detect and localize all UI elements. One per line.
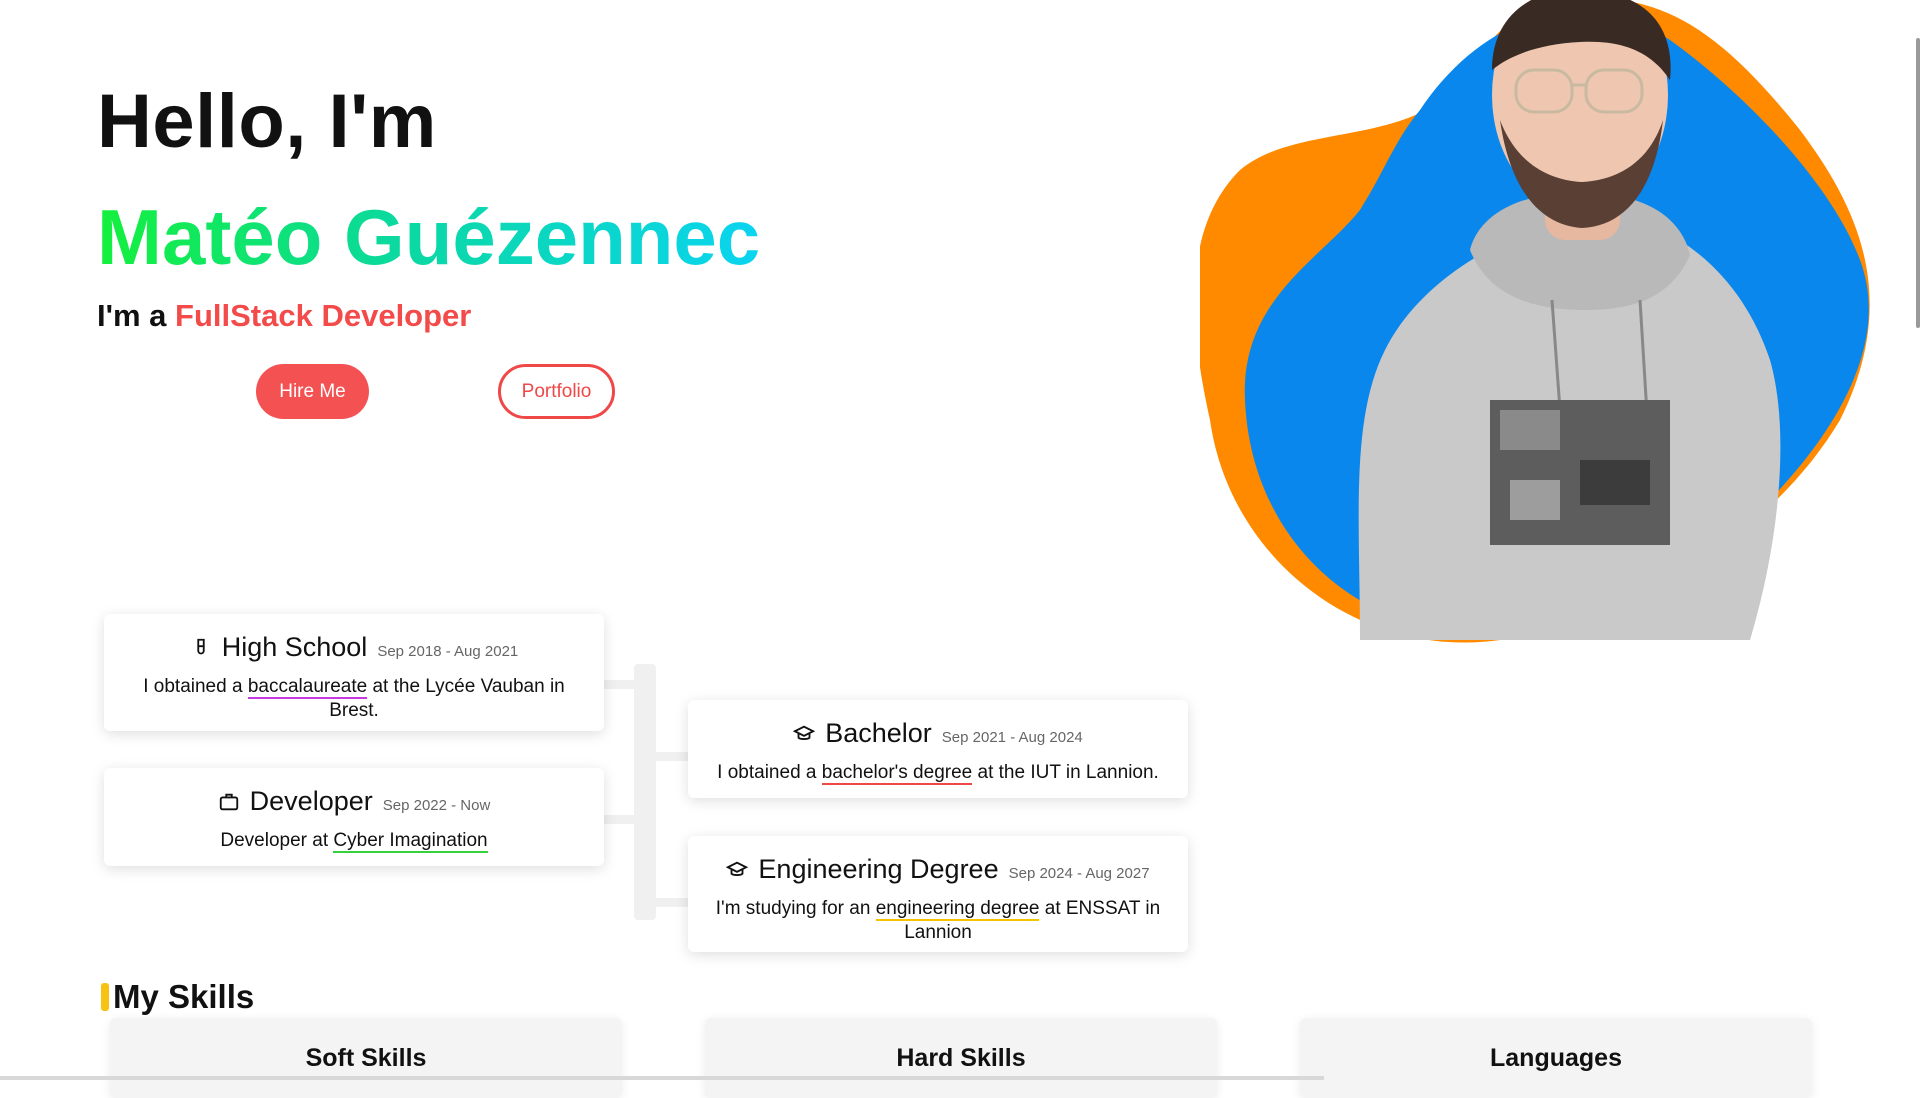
hero-role: I'm a FullStack Developer — [97, 298, 471, 334]
baccalaureate-link[interactable]: baccalaureate — [247, 676, 368, 699]
briefcase-icon — [219, 793, 238, 810]
timeline-title: Developer — [249, 786, 373, 816]
bachelors-degree-link[interactable]: bachelor's degree — [821, 762, 973, 785]
timeline-date: Sep 2021 - Aug 2024 — [941, 729, 1083, 746]
graduation-cap-icon — [726, 861, 749, 876]
timeline-card-bachelor: Bachelor Sep 2021 - Aug 2024 I obtained … — [688, 700, 1188, 798]
timeline-spine — [634, 664, 656, 920]
languages-card[interactable]: Languages — [1300, 1018, 1812, 1098]
vertical-scrollbar-thumb[interactable] — [1916, 38, 1920, 328]
desc-text: I'm studying for an — [715, 898, 871, 919]
desc-text: I obtained a — [717, 762, 817, 783]
timeline-date: Sep 2022 - Now — [382, 797, 491, 814]
hero-name: Matéo Guézennec — [97, 193, 761, 281]
profile-photo — [1200, 0, 1870, 643]
role-title: FullStack Developer — [175, 298, 472, 333]
timeline-date: Sep 2018 - Aug 2021 — [377, 643, 519, 660]
graduation-cap-icon — [793, 725, 816, 740]
timeline-connector — [656, 898, 688, 907]
timeline-description: I'm studying for an engineering degree a… — [706, 897, 1170, 945]
flask-icon — [197, 638, 205, 654]
timeline-connector — [604, 680, 636, 689]
timeline-title: Bachelor — [825, 718, 932, 748]
timeline-card-developer: Developer Sep 2022 - Now Developer at Cy… — [104, 768, 604, 866]
skills-marker — [101, 983, 109, 1011]
timeline-title: High School — [221, 632, 368, 662]
camo-patch-3 — [1510, 480, 1560, 520]
timeline-title: Engineering Degree — [758, 854, 999, 884]
desc-text: Developer at — [220, 830, 329, 851]
timeline-card-high-school: High School Sep 2018 - Aug 2021 I obtain… — [104, 614, 604, 731]
skill-card-title: Languages — [1490, 1044, 1622, 1072]
hero-greeting: Hello, I'm — [97, 79, 437, 164]
camo-patch-2 — [1580, 460, 1650, 505]
timeline-card-engineering: Engineering Degree Sep 2024 - Aug 2027 I… — [688, 836, 1188, 952]
hire-me-button[interactable]: Hire Me — [256, 364, 369, 419]
skill-card-title: Hard Skills — [896, 1044, 1026, 1072]
portfolio-button[interactable]: Portfolio — [498, 364, 615, 419]
timeline-description: I obtained a baccalaureate at the Lycée … — [122, 675, 586, 723]
desc-text: at the IUT in Lannion. — [977, 762, 1159, 783]
cyber-imagination-link[interactable]: Cyber Imagination — [333, 830, 488, 853]
timeline-description: Developer at Cyber Imagination — [122, 829, 586, 853]
skill-card-title: Soft Skills — [305, 1044, 427, 1072]
horizontal-scrollbar[interactable] — [0, 1076, 1324, 1080]
desc-text: I obtained a — [143, 676, 243, 697]
timeline-connector — [604, 815, 636, 824]
skills-heading: My Skills — [101, 978, 254, 1016]
skills-heading-text: My Skills — [113, 978, 255, 1015]
timeline-connector — [656, 752, 688, 761]
soft-skills-card[interactable]: Soft Skills — [110, 1018, 622, 1098]
hard-skills-card[interactable]: Hard Skills — [705, 1018, 1217, 1098]
role-prefix: I'm a — [97, 298, 167, 333]
timeline-description: I obtained a bachelor's degree at the IU… — [706, 761, 1170, 785]
camo-patch-1 — [1500, 410, 1560, 450]
engineering-degree-link[interactable]: engineering degree — [875, 898, 1040, 921]
timeline-date: Sep 2024 - Aug 2027 — [1008, 865, 1150, 882]
